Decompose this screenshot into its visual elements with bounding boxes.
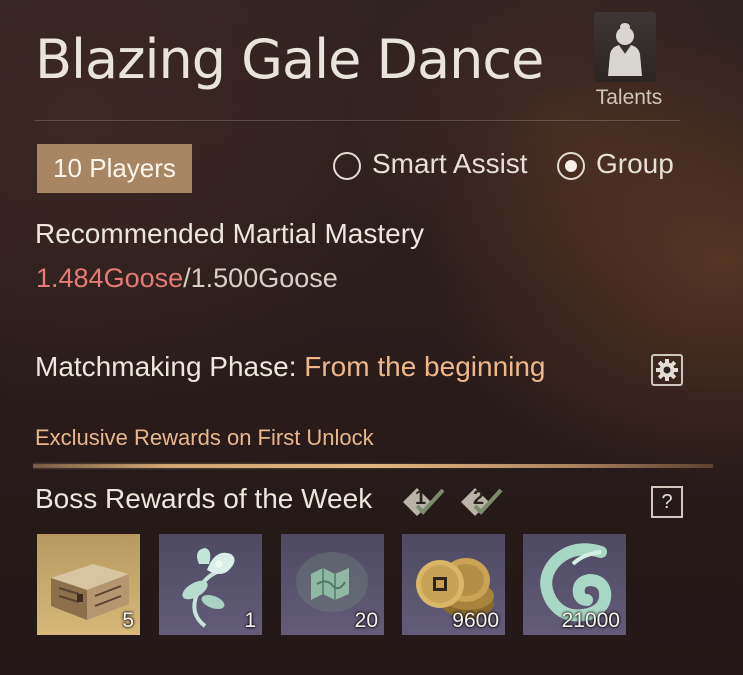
group-radio[interactable]: Group [557, 148, 682, 186]
radio-unselected-icon [333, 152, 361, 180]
reward-item-flower[interactable]: 1 [159, 534, 262, 635]
matchmaking-label: Matchmaking Phase [35, 351, 289, 382]
smart-assist-label: Smart Assist [372, 148, 528, 179]
radio-selected-icon [557, 152, 585, 180]
mastery-separator: / [183, 263, 191, 293]
reward-quantity: 21000 [561, 609, 620, 632]
reward-item-jade[interactable]: 21000 [523, 534, 626, 635]
help-button[interactable]: ? [651, 486, 683, 518]
header-divider [35, 120, 680, 121]
week-badge-2: 2 [459, 486, 503, 518]
exclusive-rewards-label: Exclusive Rewards on First Unlock [35, 425, 374, 450]
week-badge-number: 1 [415, 487, 427, 509]
current-mastery: 1.484Goose [36, 263, 184, 293]
boss-rewards-label: Boss Rewards of the Week [35, 483, 373, 514]
reward-item-map[interactable]: 20 [281, 534, 384, 635]
week-badge-1: 1 [401, 486, 445, 518]
matchmaking-colon: : [288, 351, 305, 382]
week-badge-number: 2 [473, 487, 485, 509]
mastery-values: 1.484Goose/1.500Goose [36, 263, 338, 294]
required-mastery: 1.500Goose [190, 263, 338, 293]
talents-button[interactable]: Talents [585, 12, 677, 112]
reward-quantity: 20 [354, 609, 378, 632]
ornate-divider [33, 461, 713, 471]
reward-item-chest[interactable]: 5 [37, 534, 140, 635]
character-silhouette-icon [594, 12, 656, 82]
page-title: Blazing Gale Dance [35, 28, 544, 91]
reward-item-coins[interactable]: 9600 [402, 534, 505, 635]
gear-icon [656, 359, 678, 381]
talents-label: Talents [595, 86, 663, 109]
players-count-badge: 10 Players [37, 144, 192, 193]
reward-quantity: 1 [244, 609, 256, 632]
matchmaking-value: From the beginning [304, 351, 546, 382]
smart-assist-radio[interactable]: Smart Assist [333, 148, 543, 186]
matchmaking-phase: Matchmaking Phase: From the beginning [35, 351, 546, 383]
group-label: Group [596, 148, 674, 179]
recommended-mastery-label: Recommended Martial Mastery [35, 218, 425, 249]
reward-quantity: 5 [122, 609, 134, 632]
reward-quantity: 9600 [452, 609, 499, 632]
matchmaking-settings-button[interactable] [651, 354, 683, 386]
